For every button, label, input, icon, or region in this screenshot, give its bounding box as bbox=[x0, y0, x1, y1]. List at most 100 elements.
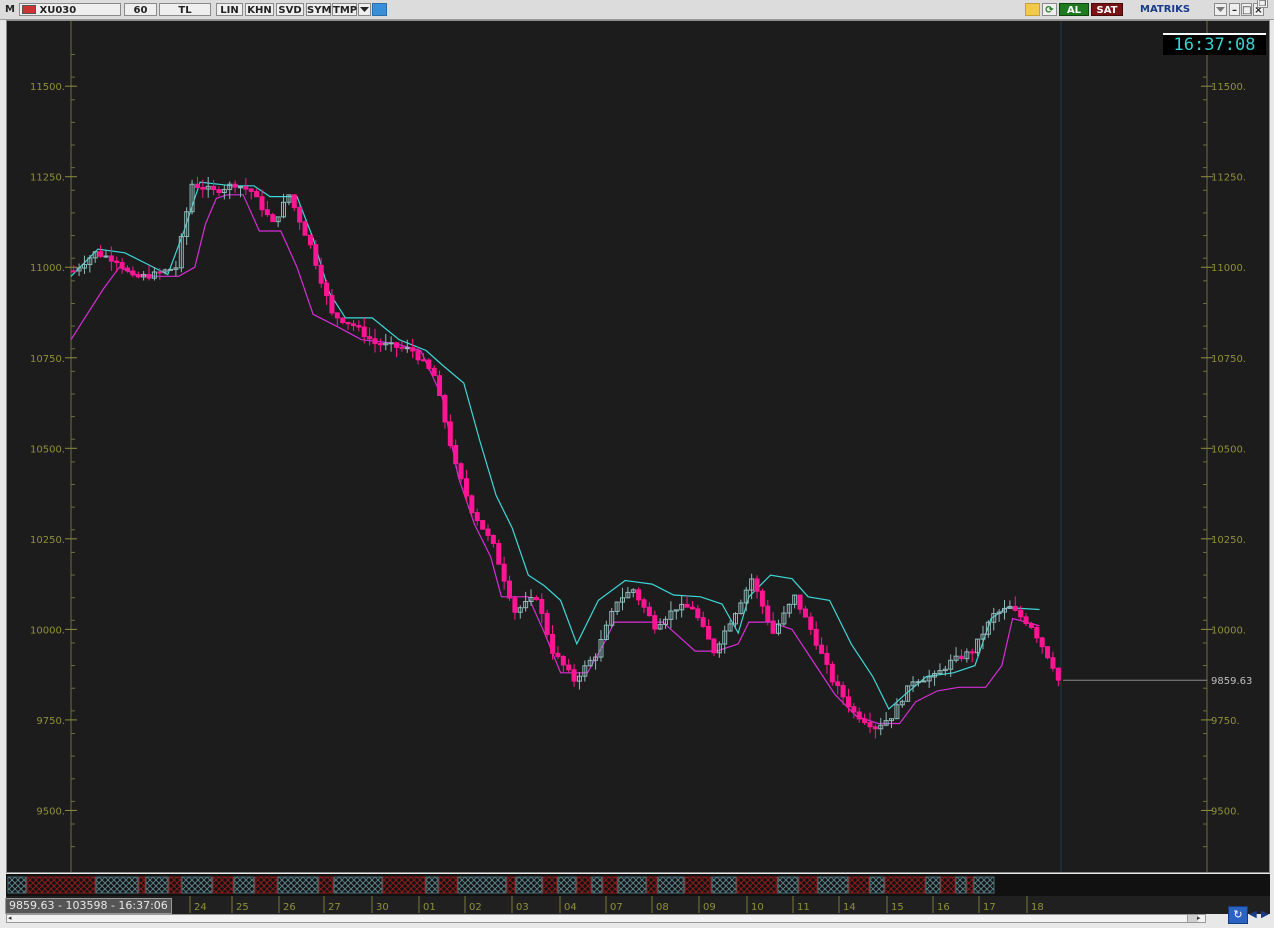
session-block bbox=[817, 876, 849, 894]
candle-body bbox=[168, 268, 174, 271]
al-button[interactable]: AL bbox=[1059, 3, 1089, 16]
session-block bbox=[233, 876, 255, 894]
candle-body bbox=[302, 221, 308, 236]
lower-band-line bbox=[70, 194, 1040, 725]
symbol-field[interactable]: XU030 bbox=[19, 3, 121, 16]
candle-body bbox=[248, 188, 254, 192]
arrow-right-icon[interactable]: ▸ bbox=[1197, 915, 1201, 922]
candle-body bbox=[533, 596, 539, 600]
candle-body bbox=[1023, 616, 1029, 625]
x-tick-label: 16 bbox=[937, 902, 950, 913]
candle-body bbox=[808, 616, 814, 630]
candle-body bbox=[496, 542, 502, 565]
candle-body bbox=[345, 321, 351, 325]
candle-body bbox=[420, 359, 426, 362]
candle-body bbox=[684, 603, 690, 608]
chevron-down-icon[interactable] bbox=[1214, 3, 1227, 16]
session-block bbox=[591, 876, 603, 894]
candle-body bbox=[813, 628, 819, 646]
session-block bbox=[884, 876, 926, 894]
horizontal-scrollbar[interactable]: ◂ ▸ bbox=[6, 914, 1206, 923]
y-tick-label-left: 11250. bbox=[30, 173, 65, 184]
candle-body bbox=[1055, 667, 1061, 681]
khn-button[interactable]: KHN bbox=[245, 3, 274, 16]
candle-body bbox=[372, 338, 378, 345]
x-axis: 24 25 26 27 30 01 02 03 04 07 08 09 10 11 14 15 16 17 18 bbox=[6, 896, 1270, 914]
y-tick-label-left: 9750. bbox=[36, 716, 65, 727]
candle-body bbox=[770, 620, 776, 634]
candle-body bbox=[566, 664, 572, 671]
candle-body bbox=[689, 606, 695, 610]
y-tick-label-right: 10500. bbox=[1211, 444, 1246, 455]
session-block bbox=[657, 876, 685, 894]
period-field[interactable]: 60 bbox=[124, 3, 157, 16]
lin-button[interactable]: LIN bbox=[216, 3, 243, 16]
candle-body bbox=[98, 251, 104, 257]
arrow-left-icon[interactable]: ◀ bbox=[1249, 909, 1257, 920]
twitter-bird-icon[interactable] bbox=[372, 3, 387, 16]
candle-body bbox=[829, 663, 835, 683]
candle-body bbox=[480, 520, 486, 530]
candle-body bbox=[915, 681, 921, 684]
candle-body bbox=[641, 599, 647, 608]
candle-body bbox=[103, 255, 109, 258]
candle-body bbox=[851, 706, 857, 713]
session-strip bbox=[6, 874, 1270, 896]
candle-body bbox=[442, 395, 448, 423]
price-chart[interactable]: 11500. 11500. 11250. 11250. 11000. 11000. 1075… bbox=[7, 21, 1269, 872]
candle-body bbox=[431, 367, 437, 377]
candle-body bbox=[867, 722, 873, 728]
candle-body bbox=[297, 207, 303, 223]
arrow-left-icon[interactable]: ◂ bbox=[8, 915, 12, 922]
candle-body bbox=[544, 612, 550, 635]
candle-body bbox=[872, 726, 878, 730]
restore-icon[interactable]: ❐ bbox=[1257, 0, 1268, 8]
candle-body bbox=[135, 274, 141, 278]
x-tick-label: 17 bbox=[983, 902, 996, 913]
candle-body bbox=[695, 608, 701, 619]
x-tick-label: 07 bbox=[610, 902, 623, 913]
chevron-down-icon[interactable] bbox=[358, 3, 371, 16]
session-block bbox=[542, 876, 558, 894]
candle-body bbox=[539, 598, 545, 614]
sync-icon[interactable]: ↻ bbox=[1228, 906, 1248, 924]
candle-body bbox=[969, 651, 975, 654]
sym-button[interactable]: SYM bbox=[306, 3, 331, 16]
lightning-icon[interactable] bbox=[1025, 3, 1040, 16]
svd-button[interactable]: SVD bbox=[276, 3, 304, 16]
candle-body bbox=[463, 478, 469, 497]
candle-body bbox=[797, 594, 803, 610]
x-tick-label: 27 bbox=[328, 902, 341, 913]
y-tick-label-left: 10000. bbox=[30, 625, 65, 636]
refresh-icon[interactable]: ⟳ bbox=[1042, 3, 1057, 16]
maximize-icon[interactable]: □ bbox=[1241, 3, 1252, 16]
candle-body bbox=[130, 270, 136, 276]
candle-body bbox=[1012, 605, 1018, 611]
tmp-button[interactable]: TMP bbox=[332, 3, 357, 16]
candle-body bbox=[1045, 646, 1051, 659]
session-block bbox=[138, 876, 146, 894]
candle-body bbox=[114, 260, 120, 263]
candle-body bbox=[835, 681, 841, 687]
candle-body bbox=[840, 685, 846, 698]
y-tick-label-right: 9500. bbox=[1211, 806, 1240, 817]
session-block bbox=[277, 876, 319, 894]
candle-body bbox=[394, 342, 400, 348]
upper-band-line bbox=[70, 181, 1040, 710]
candle-body bbox=[426, 359, 432, 369]
arrow-right-icon[interactable]: ▶ bbox=[1261, 909, 1269, 920]
clock-display: 16:37:08 bbox=[1163, 33, 1266, 55]
chart-area[interactable]: 11500. 11500. 11250. 11250. 11000. 11000. 1075… bbox=[6, 20, 1270, 873]
session-block bbox=[736, 876, 778, 894]
session-block bbox=[254, 876, 278, 894]
candle-body bbox=[706, 625, 712, 640]
y-tick-label-right: 10750. bbox=[1211, 354, 1246, 365]
session-block bbox=[684, 876, 712, 894]
candle-body bbox=[340, 317, 346, 323]
menu-button[interactable]: M bbox=[3, 3, 17, 16]
minimize-icon[interactable]: – bbox=[1229, 3, 1240, 16]
sat-button[interactable]: SAT bbox=[1091, 3, 1123, 16]
currency-field[interactable]: TL bbox=[159, 3, 211, 16]
session-block bbox=[26, 876, 96, 894]
candle-body bbox=[1039, 637, 1045, 648]
